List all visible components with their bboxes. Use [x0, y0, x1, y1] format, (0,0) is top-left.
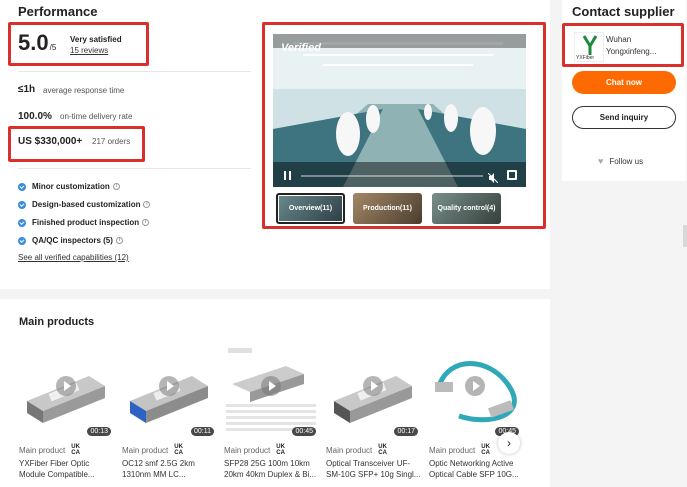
- verified-check-icon: [18, 236, 26, 245]
- main-product-label: Main product: [19, 445, 66, 455]
- product-name-line1: YXFiber Fiber Optic: [19, 459, 90, 468]
- performance-title: Performance: [18, 4, 98, 19]
- product-card[interactable]: 00:45 Main product UKCA Optic Networking…: [429, 346, 521, 480]
- product-image[interactable]: 00:17: [326, 346, 420, 438]
- divider: [18, 71, 251, 72]
- product-name-line2: SM-10G SFP+ 10g Singl...: [326, 470, 420, 479]
- capability-label: Design-based customization: [32, 200, 141, 209]
- product-image[interactable]: 00:11: [122, 346, 216, 438]
- divider: [18, 168, 251, 169]
- main-products-title: Main products: [19, 316, 95, 328]
- delivery-label: on-time delivery rate: [60, 112, 133, 121]
- main-product-label: Main product: [224, 445, 271, 455]
- highlight-box-supplier: [562, 23, 684, 67]
- highlight-box-rating: [8, 22, 149, 66]
- product-name-line1: Optical Transceiver UF-: [326, 459, 411, 468]
- highlight-box-video: [262, 22, 546, 229]
- product-name-line1: OC12 smf 2.5G 2km: [122, 459, 195, 468]
- capability-item: Design-based customization i: [18, 200, 151, 209]
- ukca-badge-bottom: CA: [481, 450, 490, 456]
- product-card[interactable]: 00:17 Main product UK CA Optical Transcei…: [326, 346, 420, 480]
- info-icon[interactable]: i: [115, 237, 123, 244]
- heart-icon: ♥: [598, 156, 604, 166]
- ukca-badge-bottom: CA: [378, 450, 387, 456]
- verified-check-icon: [18, 218, 26, 227]
- play-icon[interactable]: [159, 376, 179, 396]
- carousel-next-button[interactable]: ›: [498, 432, 520, 454]
- play-icon[interactable]: [56, 376, 76, 396]
- product-name-line2: Optical Cable SFP 10G...: [429, 470, 519, 479]
- play-icon[interactable]: [261, 376, 281, 396]
- send-inquiry-button[interactable]: Send inquiry: [572, 106, 676, 129]
- product-card[interactable]: 00:13 Main product UK CA YXFiber Fiber Op…: [19, 346, 113, 480]
- info-icon[interactable]: i: [142, 219, 150, 226]
- ukca-badge-bottom: CA: [71, 450, 80, 456]
- info-icon[interactable]: i: [143, 201, 151, 208]
- main-product-tag: Main product UK CA: [122, 444, 216, 456]
- product-name-line1: Optic Networking Active: [429, 459, 514, 468]
- capability-item: QA/QC inspectors (5) i: [18, 236, 123, 245]
- capability-item: Minor customization i: [18, 182, 120, 191]
- follow-us-label: Follow us: [609, 156, 644, 166]
- ukca-badge: UK CA: [71, 444, 80, 456]
- product-card[interactable]: 00:11 Main product UK CA OC12 smf 2.5G 2k…: [122, 346, 216, 480]
- video-duration: 00:13: [87, 427, 111, 436]
- ukca-badge: UK CA: [378, 444, 387, 456]
- main-product-label: Main product: [122, 445, 169, 455]
- video-duration: 00:11: [191, 427, 214, 436]
- contact-supplier-title: Contact supplier: [572, 4, 675, 19]
- play-icon[interactable]: [465, 376, 485, 396]
- response-value: ≤1h: [18, 84, 36, 95]
- product-image[interactable]: 00:45: [224, 346, 318, 438]
- play-icon[interactable]: [363, 376, 383, 396]
- product-name-line2: 1310nm MM LC...: [122, 470, 186, 479]
- product-name-line1: SFP28 25G 100m 10km: [224, 459, 310, 468]
- verified-check-icon: [18, 182, 26, 191]
- product-image[interactable]: 00:13: [19, 346, 113, 438]
- main-product-tag: Main product UK CA: [326, 444, 420, 456]
- chevron-right-icon: ›: [507, 436, 511, 450]
- product-name[interactable]: Optic Networking Active Optical Cable SFP…: [429, 458, 521, 480]
- product-name[interactable]: YXFiber Fiber Optic Module Compatible...: [19, 458, 113, 480]
- product-image[interactable]: 00:45: [429, 346, 521, 438]
- main-product-tag: Main product UK CA: [19, 444, 113, 456]
- scroll-edge: [683, 225, 687, 247]
- ukca-badge: UK CA: [276, 444, 285, 456]
- product-name-line2: Module Compatible...: [19, 470, 95, 479]
- main-product-tag: Main product UK CA: [224, 444, 318, 456]
- video-duration: 00:45: [292, 427, 316, 436]
- capability-label: Minor customization: [32, 182, 110, 191]
- product-card[interactable]: 00:45 Main product UK CA SFP28 25G 100m 1…: [224, 346, 318, 480]
- capability-label: Finished product inspection: [32, 218, 140, 227]
- product-name[interactable]: OC12 smf 2.5G 2km 1310nm MM LC...: [122, 458, 216, 480]
- ukca-badge-bottom: CA: [174, 450, 183, 456]
- product-name[interactable]: SFP28 25G 100m 10km 20km 40km Duplex & Bi…: [224, 458, 318, 480]
- ukca-badge: UK CA: [174, 444, 183, 456]
- response-label: average response time: [43, 86, 125, 95]
- video-duration: 00:17: [394, 427, 418, 436]
- see-all-capabilities-link[interactable]: See all verified capabilities (12): [18, 253, 129, 262]
- main-product-label: Main product: [429, 445, 476, 455]
- product-name[interactable]: Optical Transceiver UF- SM-10G SFP+ 10g S…: [326, 458, 420, 480]
- main-product-label: Main product: [326, 445, 373, 455]
- chat-now-button[interactable]: Chat now: [572, 71, 676, 94]
- ukca-badge-bottom: CA: [276, 450, 285, 456]
- verified-check-icon: [18, 200, 26, 209]
- delivery-value: 100.0%: [18, 111, 52, 122]
- follow-us-button[interactable]: ♥ Follow us: [598, 156, 643, 166]
- capability-label: QA/QC inspectors (5): [32, 236, 113, 245]
- capability-item: Finished product inspection i: [18, 218, 150, 227]
- product-name-line2: 20km 40km Duplex & Bi...: [224, 470, 317, 479]
- info-icon[interactable]: i: [112, 183, 120, 190]
- highlight-box-revenue: [8, 126, 145, 162]
- ukca-badge: UK CA: [481, 444, 490, 456]
